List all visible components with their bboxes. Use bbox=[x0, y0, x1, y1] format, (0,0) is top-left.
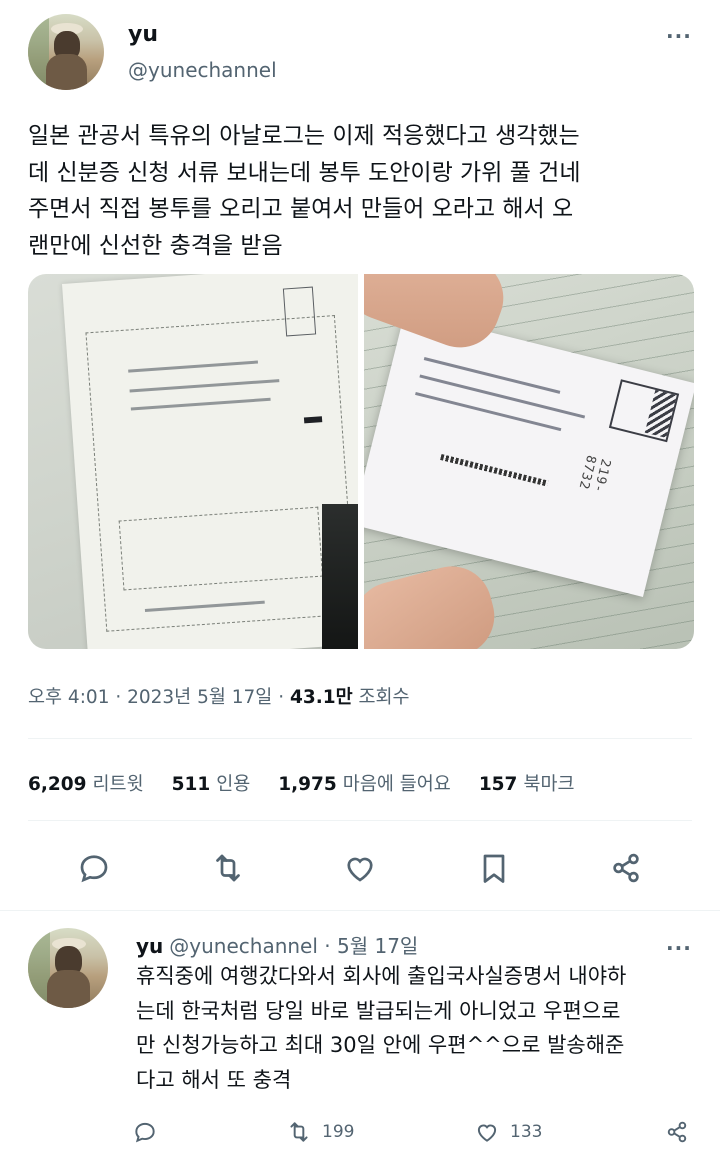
heart-icon bbox=[477, 1124, 497, 1142]
tweet-media[interactable]: 219-8732 bbox=[28, 274, 694, 649]
reply-text: 휴직중에 여행갔다와서 회사에 출입국사실증명서 내야하 는데 한국처럼 당일 … bbox=[136, 964, 627, 1092]
reply-like-count: 133 bbox=[510, 1122, 543, 1142]
more-dots-icon[interactable]: ··· bbox=[666, 936, 692, 960]
likes-stat[interactable]: 1,975 마음에 들어요 bbox=[278, 770, 451, 796]
bookmarks-stat[interactable]: 157 북마크 bbox=[479, 770, 575, 796]
heart-icon[interactable] bbox=[342, 850, 378, 886]
views-count: 43.1만 bbox=[289, 687, 353, 708]
reply-header: yu @yunechannel · 5월 17일 bbox=[136, 930, 418, 959]
reply-author-avatar[interactable] bbox=[28, 928, 108, 1008]
photo-folded-envelope[interactable]: 219-8732 bbox=[364, 274, 694, 649]
author-avatar[interactable] bbox=[28, 14, 104, 90]
retweets-stat[interactable]: 6,209 리트윗 bbox=[28, 770, 144, 796]
views-label: 조회수 bbox=[352, 687, 410, 708]
photo-envelope-template[interactable] bbox=[28, 274, 358, 649]
tweet-text: 일본 관공서 특유의 아날로그는 이제 적응했다고 생각했는 데 신분증 신청 … bbox=[28, 123, 581, 259]
speech-bubble-icon bbox=[135, 1122, 155, 1143]
speech-bubble-icon[interactable] bbox=[76, 850, 112, 886]
author-handle[interactable]: @yunechannel bbox=[128, 58, 277, 82]
more-dots-icon[interactable]: ··· bbox=[666, 24, 692, 48]
divider bbox=[28, 820, 692, 821]
tweet-meta: 오후 4:01 · 2023년 5월 17일 · 43.1만 조회수 bbox=[28, 683, 410, 709]
share-icon[interactable] bbox=[608, 850, 644, 886]
reply-author-name[interactable]: yu bbox=[136, 934, 163, 958]
reply-like-button[interactable]: 133 bbox=[474, 1119, 542, 1145]
reply-date[interactable]: · 5월 17일 bbox=[318, 934, 418, 958]
author-name[interactable]: yu bbox=[128, 22, 158, 47]
tweet-stats: 6,209 리트윗 511 인용 1,975 마음에 들어요 157 북마크 bbox=[28, 770, 603, 796]
reply-retweet-count: 199 bbox=[322, 1122, 355, 1142]
bookmark-icon[interactable] bbox=[476, 850, 512, 886]
share-icon bbox=[667, 1121, 687, 1143]
retweet-icon bbox=[290, 1122, 308, 1142]
retweet-icon[interactable] bbox=[210, 850, 246, 886]
quotes-stat[interactable]: 511 인용 bbox=[172, 770, 251, 796]
reply-share-button[interactable] bbox=[664, 1119, 700, 1145]
reply-reply-button[interactable] bbox=[132, 1119, 168, 1145]
envelope-postal-code: 219-8732 bbox=[575, 453, 614, 495]
divider bbox=[28, 738, 692, 739]
divider bbox=[0, 910, 720, 911]
tweet-timestamp[interactable]: 오후 4:01 · 2023년 5월 17일 · bbox=[28, 687, 290, 708]
reply-retweet-button[interactable]: 199 bbox=[286, 1119, 354, 1145]
reply-author-handle[interactable]: @yunechannel bbox=[169, 934, 318, 958]
